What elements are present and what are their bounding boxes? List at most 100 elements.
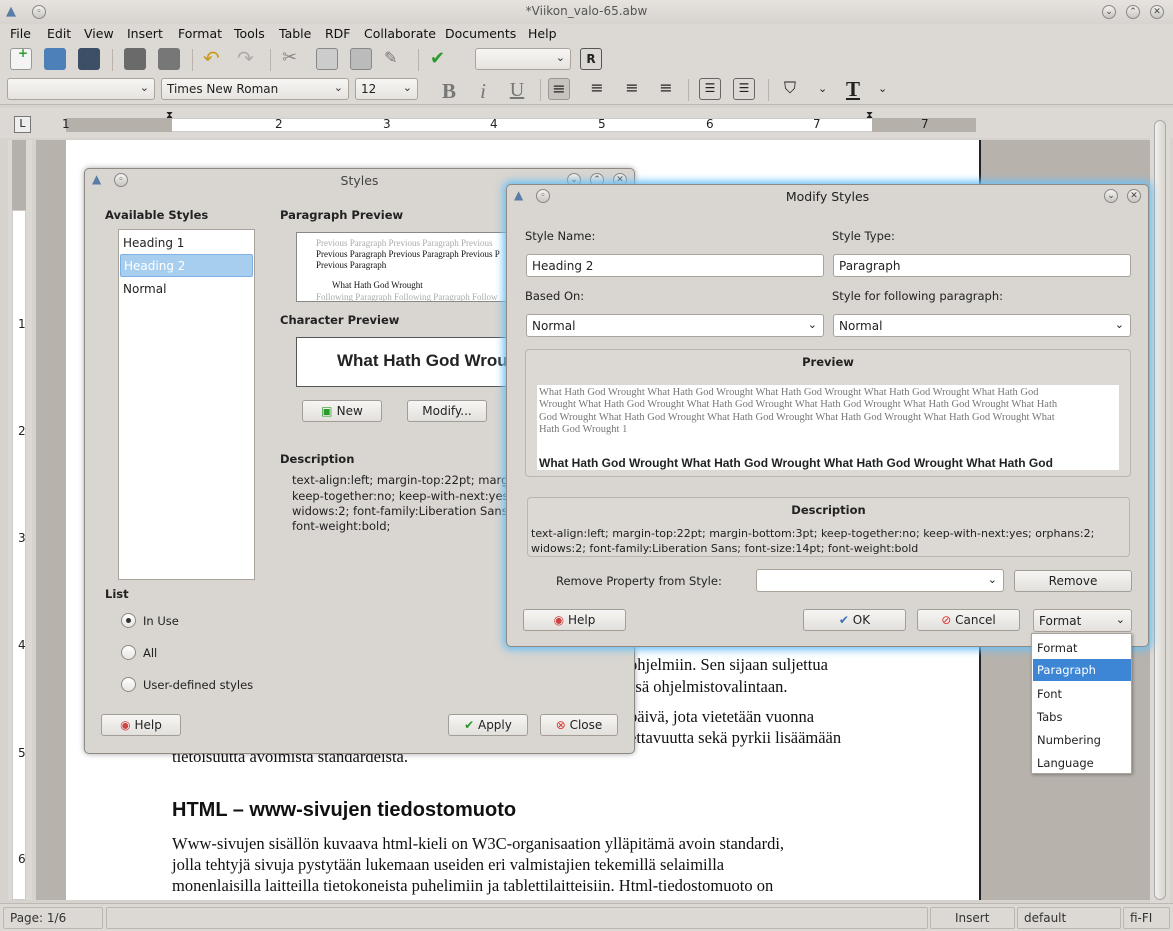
cancel-button[interactable]: ⊘ Cancel xyxy=(917,609,1020,631)
remove-button[interactable]: Remove xyxy=(1014,570,1132,592)
menu-help[interactable]: Help xyxy=(528,26,557,41)
chevron-down-icon[interactable]: ⌄ xyxy=(878,82,887,95)
right-indent-marker[interactable]: ⧗ xyxy=(866,110,873,121)
menu-item[interactable]: Numbering xyxy=(1037,733,1101,747)
menu-format[interactable]: Format xyxy=(178,26,222,41)
save-icon[interactable] xyxy=(78,48,100,70)
description-line: text-align:left; margin-top:22pt; marg xyxy=(292,473,509,487)
menu-tools[interactable]: Tools xyxy=(234,26,265,41)
format-toolbar: ⌄ Times New Roman ⌄ 12 ⌄ B i U ≡ ≡ ≡ ≡ ☰ ☰… xyxy=(0,75,1173,105)
menu-documents[interactable]: Documents xyxy=(445,26,516,41)
menu-collaborate[interactable]: Collaborate xyxy=(364,26,436,41)
menu-item[interactable]: Language xyxy=(1037,756,1094,770)
print-icon[interactable] xyxy=(124,48,146,70)
vertical-scrollbar[interactable] xyxy=(1150,108,1170,903)
description-label: Description xyxy=(280,452,355,466)
font-combo[interactable]: Times New Roman ⌄ xyxy=(161,78,349,100)
ruler-number: 2 xyxy=(275,117,283,131)
highlight-color-icon[interactable]: ⛉ xyxy=(779,78,801,100)
style-combo[interactable]: ⌄ xyxy=(7,78,155,100)
menu-item-highlighted[interactable]: Paragraph xyxy=(1033,659,1131,681)
bullets-icon[interactable]: ☰ xyxy=(699,78,721,100)
style-type-field[interactable]: Paragraph xyxy=(833,254,1131,277)
left-indent-marker[interactable]: ⧗ xyxy=(166,110,173,121)
open-icon[interactable] xyxy=(44,48,66,70)
menu-edit[interactable]: Edit xyxy=(47,26,71,41)
modify-button[interactable]: Modify... xyxy=(407,400,487,422)
help-button[interactable]: ◉ Help xyxy=(101,714,181,736)
chevron-down-icon[interactable]: ⌄ xyxy=(1104,189,1118,203)
new-document-icon: ▣ xyxy=(321,404,337,418)
format-select[interactable]: Format ⌄ xyxy=(1033,609,1132,632)
menu-item[interactable]: Format xyxy=(1037,641,1078,655)
close-dialog-button[interactable]: ✕ xyxy=(1127,189,1141,203)
align-right-icon[interactable]: ≡ xyxy=(621,78,643,100)
preview-panel: Preview What Hath God Wrought What Hath … xyxy=(525,349,1131,477)
remove-property-select[interactable]: ⌄ xyxy=(756,569,1004,592)
description-line: widows:2; font-family:Liberation Sans; f… xyxy=(531,542,919,555)
based-on-select[interactable]: Normal ⌄ xyxy=(526,314,824,337)
description-line: keep-together:no; keep-with-next:yes xyxy=(292,489,509,503)
styles-list[interactable]: Heading 1 Heading 2 Normal xyxy=(118,229,255,580)
statusbar: Page: 1/6 Insert default fi-FI xyxy=(0,903,1173,931)
character-preview-label: Character Preview xyxy=(280,313,400,327)
italic-icon[interactable]: i xyxy=(472,79,494,103)
justify-icon[interactable]: ≡ xyxy=(655,78,677,100)
ruler-number: 4 xyxy=(490,117,498,131)
help-button[interactable]: ◉ Help xyxy=(523,609,626,631)
align-center-icon[interactable]: ≡ xyxy=(586,78,608,100)
revisions-icon[interactable]: R xyxy=(580,48,602,70)
doc-line: Www-sivujen sisällön kuvaava html-kieli … xyxy=(172,834,785,853)
cut-icon[interactable]: ✂ xyxy=(282,48,304,70)
menu-view[interactable]: View xyxy=(84,26,114,41)
underline-icon[interactable]: U xyxy=(506,79,528,101)
tab-selector[interactable]: L xyxy=(14,116,31,133)
align-left-icon[interactable]: ≡ xyxy=(548,78,570,100)
apply-button[interactable]: ✔ Apply xyxy=(448,714,528,736)
radio-all[interactable] xyxy=(121,645,136,660)
list-item[interactable]: Heading 1 xyxy=(123,236,184,250)
menu-insert[interactable]: Insert xyxy=(127,26,163,41)
chevron-down-icon[interactable]: ⌄ xyxy=(818,82,827,95)
print-preview-icon[interactable] xyxy=(158,48,180,70)
menu-table[interactable]: Table xyxy=(279,26,311,41)
list-item[interactable]: Normal xyxy=(123,282,166,296)
menu-item[interactable]: Tabs xyxy=(1037,710,1062,724)
font-size-combo[interactable]: 12 ⌄ xyxy=(355,78,418,100)
undo-icon[interactable]: ↶ xyxy=(203,48,225,70)
format-painter-icon[interactable]: ✎ xyxy=(384,48,406,70)
zoom-combo[interactable]: ⌄ xyxy=(475,48,571,70)
following-style-label: Style for following paragraph: xyxy=(832,289,1004,303)
list-item-selected[interactable]: Heading 2 xyxy=(120,254,253,277)
doc-line: jolla tehtyjä sivuja pystytään lukemaan … xyxy=(172,855,725,874)
copy-icon[interactable] xyxy=(316,48,338,70)
language-default: default xyxy=(1017,907,1121,929)
chevron-down-icon: ⌄ xyxy=(139,81,149,94)
chevron-down-icon: ⌄ xyxy=(987,573,997,586)
menu-item[interactable]: Font xyxy=(1037,687,1062,701)
bold-icon[interactable]: B xyxy=(438,79,460,103)
new-document-icon[interactable]: + xyxy=(10,46,32,70)
scrollbar-thumb[interactable] xyxy=(1154,120,1166,900)
numbering-icon[interactable]: ☰ xyxy=(733,78,755,100)
redo-icon[interactable]: ↷ xyxy=(237,48,259,70)
radio-user-defined[interactable] xyxy=(121,677,136,692)
minimize-button[interactable]: ⌄ xyxy=(1102,5,1116,19)
chevron-down-icon: ⌄ xyxy=(1115,613,1125,626)
ok-button[interactable]: ✔ OK xyxy=(803,609,906,631)
maximize-button[interactable]: ⌃ xyxy=(1126,5,1140,19)
menu-rdf[interactable]: RDF xyxy=(325,26,351,41)
new-style-button[interactable]: ▣ New xyxy=(302,400,382,422)
paste-icon[interactable] xyxy=(350,48,372,70)
following-style-select[interactable]: Normal ⌄ xyxy=(833,314,1131,337)
menu-file[interactable]: File xyxy=(10,26,31,41)
text-color-icon[interactable]: T xyxy=(842,78,864,100)
spellcheck-icon[interactable]: ✔ xyxy=(430,48,452,70)
chevron-down-icon: ⌄ xyxy=(555,51,565,64)
remove-property-label: Remove Property from Style: xyxy=(556,574,722,588)
close-window-button[interactable]: ✕ xyxy=(1150,5,1164,19)
radio-in-use[interactable] xyxy=(121,613,136,628)
style-name-field[interactable]: Heading 2 xyxy=(526,254,824,277)
close-button[interactable]: ⊗ Close xyxy=(540,714,618,736)
based-on-label: Based On: xyxy=(525,289,585,303)
